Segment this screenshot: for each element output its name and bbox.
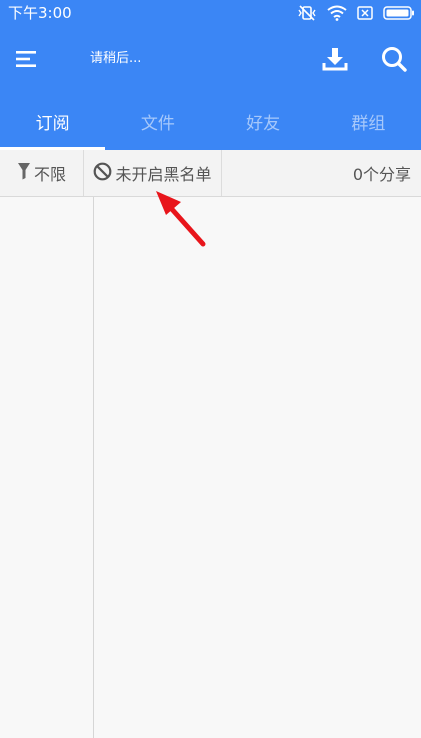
toolbar: 请稍后... [0,28,421,92]
filter-bar: 不限 未开启黑名单 0个分享 [0,150,421,197]
wifi-icon [327,5,347,21]
menu-icon [16,50,38,72]
menu-button[interactable] [10,44,44,78]
range-filter-label: 不限 [33,165,66,184]
range-filter-button[interactable]: 不限 [0,150,84,196]
download-button[interactable] [316,42,354,80]
prohibited-icon [93,162,115,185]
status-icons [297,3,415,23]
tab-groups[interactable]: 群组 [316,92,421,150]
tab-friends[interactable]: 好友 [211,92,316,150]
blacklist-label: 未开启黑名单 [115,165,212,184]
content-area [0,197,421,738]
share-count: 0个分享 [353,150,411,196]
app-header: 下午3:00 请稍后... 订阅 文件 好友 群组 [0,0,421,150]
tab-bar: 订阅 文件 好友 群组 [0,92,421,150]
search-button[interactable] [375,42,413,80]
filter-funnel-icon [17,162,34,184]
download-icon [322,46,348,76]
search-icon [381,46,407,76]
tab-subscriptions[interactable]: 订阅 [0,92,106,150]
battery-icon [383,6,415,20]
page-title: 请稍后... [90,51,142,66]
share-count-label: 0个分享 [352,165,411,184]
sim-card-icon [357,6,373,20]
column-divider [93,197,94,738]
status-time: 下午3:00 [8,4,72,22]
blacklist-toggle[interactable]: 未开启黑名单 [84,150,222,196]
status-bar: 下午3:00 [0,0,421,28]
tab-files[interactable]: 文件 [105,92,210,150]
vibrate-off-icon [297,4,317,22]
